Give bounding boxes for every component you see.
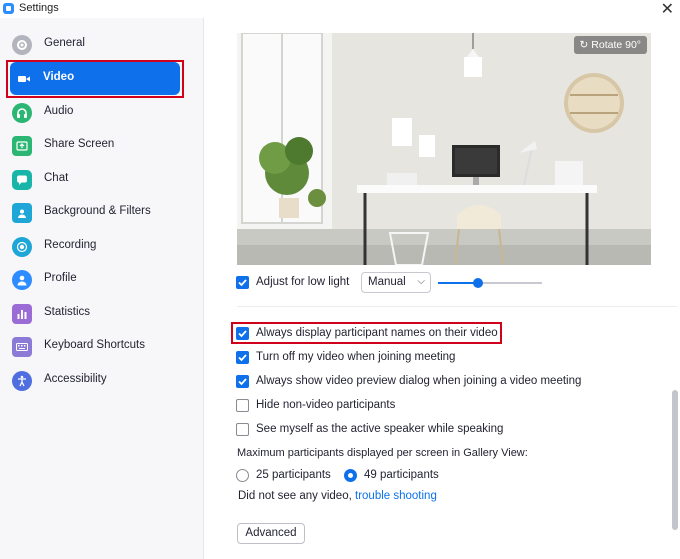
sidebar-item-statistics[interactable]: Statistics: [0, 297, 203, 330]
show-preview-dialog-checkbox[interactable]: [236, 375, 249, 388]
hide-non-video-checkbox[interactable]: [236, 399, 249, 412]
section-divider: [237, 306, 677, 307]
profile-icon: [12, 270, 32, 290]
preview-image: [237, 33, 651, 265]
sidebar-item-profile[interactable]: Profile: [0, 263, 203, 296]
sidebar-item-label: General: [44, 37, 85, 49]
record-icon: [12, 237, 32, 257]
sidebar-item-label: Recording: [44, 239, 97, 251]
share-screen-icon: [12, 136, 32, 156]
sidebar-item-share-screen[interactable]: Share Screen: [0, 129, 203, 162]
scrollbar-thumb[interactable]: [672, 390, 678, 530]
keyboard-icon: [12, 337, 32, 357]
sidebar-item-label: Audio: [44, 105, 74, 117]
low-light-mode-select[interactable]: Manual ⌵: [361, 272, 431, 293]
video-highlight-box: [6, 60, 184, 98]
radio-49-label: 49 participants: [364, 469, 439, 481]
show-preview-dialog-label: Always show video preview dialog when jo…: [256, 375, 582, 387]
person-background-icon: [12, 203, 32, 223]
radio-25-label: 25 participants: [256, 469, 331, 481]
active-speaker-checkbox[interactable]: [236, 423, 249, 436]
turn-off-video-label: Turn off my video when joining meeting: [256, 351, 456, 363]
low-light-checkbox[interactable]: [236, 276, 249, 289]
sidebar-item-accessibility[interactable]: Accessibility: [0, 364, 203, 397]
chevron-down-icon: ⌵: [417, 276, 425, 287]
headphones-icon: [12, 103, 32, 123]
checkmark-icon: [238, 378, 247, 386]
rotate-icon: ↻: [579, 39, 592, 51]
sidebar-item-keyboard-shortcuts[interactable]: Keyboard Shortcuts: [0, 330, 203, 363]
sidebar-item-general[interactable]: General: [0, 28, 203, 61]
sidebar-item-label: Accessibility: [44, 373, 107, 385]
hide-non-video-label: Hide non-video participants: [256, 399, 396, 411]
sidebar-item-label: Statistics: [44, 306, 91, 318]
advanced-button[interactable]: Advanced: [237, 523, 305, 544]
sidebar-item-chat[interactable]: Chat: [0, 163, 203, 196]
checkmark-icon: [238, 354, 247, 362]
zoom-app-icon: [3, 3, 14, 14]
title-bar: Settings ✕: [0, 0, 680, 18]
checkmark-icon: [238, 279, 247, 287]
sidebar-item-recording[interactable]: Recording: [0, 230, 203, 263]
sidebar-item-label: Share Screen: [44, 138, 115, 150]
no-video-text: Did not see any video,: [238, 490, 352, 502]
sidebar-item-audio[interactable]: Audio: [0, 96, 203, 129]
sidebar-item-label: Profile: [44, 272, 77, 284]
low-light-slider-knob[interactable]: [473, 278, 483, 288]
display-names-highlight-box: [231, 322, 502, 344]
window-title: Settings: [19, 2, 59, 14]
rotate-label: Rotate 90°: [591, 39, 641, 51]
low-light-label: Adjust for low light: [256, 276, 350, 288]
radio-49-participants[interactable]: [344, 469, 357, 482]
rotate-90-button[interactable]: ↻ Rotate 90°: [573, 36, 647, 54]
sidebar-item-background-filters[interactable]: Background & Filters: [0, 196, 203, 229]
sidebar-item-label: Chat: [44, 172, 69, 184]
radio-25-participants[interactable]: [236, 469, 249, 482]
close-icon[interactable]: ✕: [661, 0, 674, 19]
chat-bubble-icon: [12, 170, 32, 190]
low-light-mode-value: Manual: [368, 276, 406, 288]
active-speaker-label: See myself as the active speaker while s…: [256, 423, 504, 435]
accessibility-icon: [12, 371, 32, 391]
low-light-slider-fill: [438, 282, 478, 284]
video-settings-panel: ↻ Rotate 90° Adjust for low light Manual…: [204, 18, 680, 559]
camera-preview: ↻ Rotate 90°: [237, 33, 651, 265]
settings-sidebar: General Video Audio Share Screen Chat Ba…: [0, 18, 204, 559]
gallery-view-label: Maximum participants displayed per scree…: [237, 447, 528, 459]
bar-chart-icon: [12, 304, 32, 324]
sidebar-item-label: Keyboard Shortcuts: [44, 339, 146, 351]
gear-icon: [12, 35, 32, 55]
turn-off-video-checkbox[interactable]: [236, 351, 249, 364]
sidebar-item-label: Background & Filters: [44, 205, 151, 217]
trouble-shooting-link[interactable]: trouble shooting: [355, 490, 437, 502]
